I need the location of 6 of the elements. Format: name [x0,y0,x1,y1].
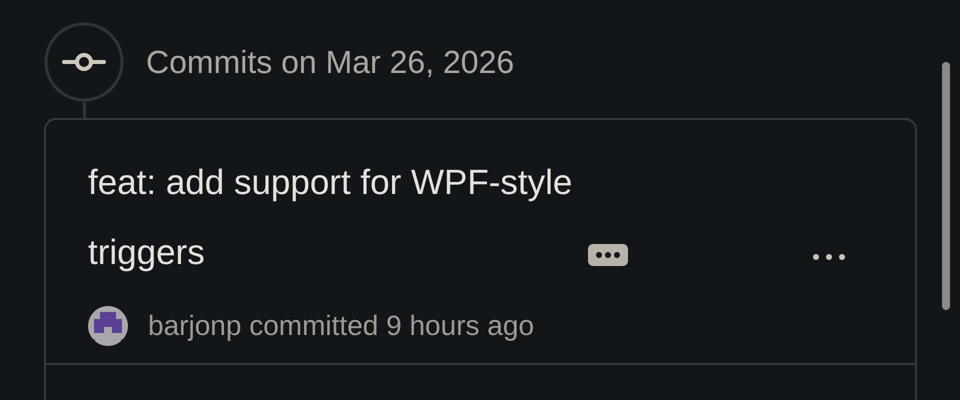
date-heading: Commits on Mar 26, 2026 [146,44,514,80]
avatar-icon [88,306,128,346]
commit-meta: barjonp committed 9 hours ago [148,310,534,342]
expand-button[interactable] [588,244,628,266]
scrollbar[interactable] [942,62,950,310]
commit-message[interactable]: feat: add support for WPF-style triggers [88,148,588,288]
